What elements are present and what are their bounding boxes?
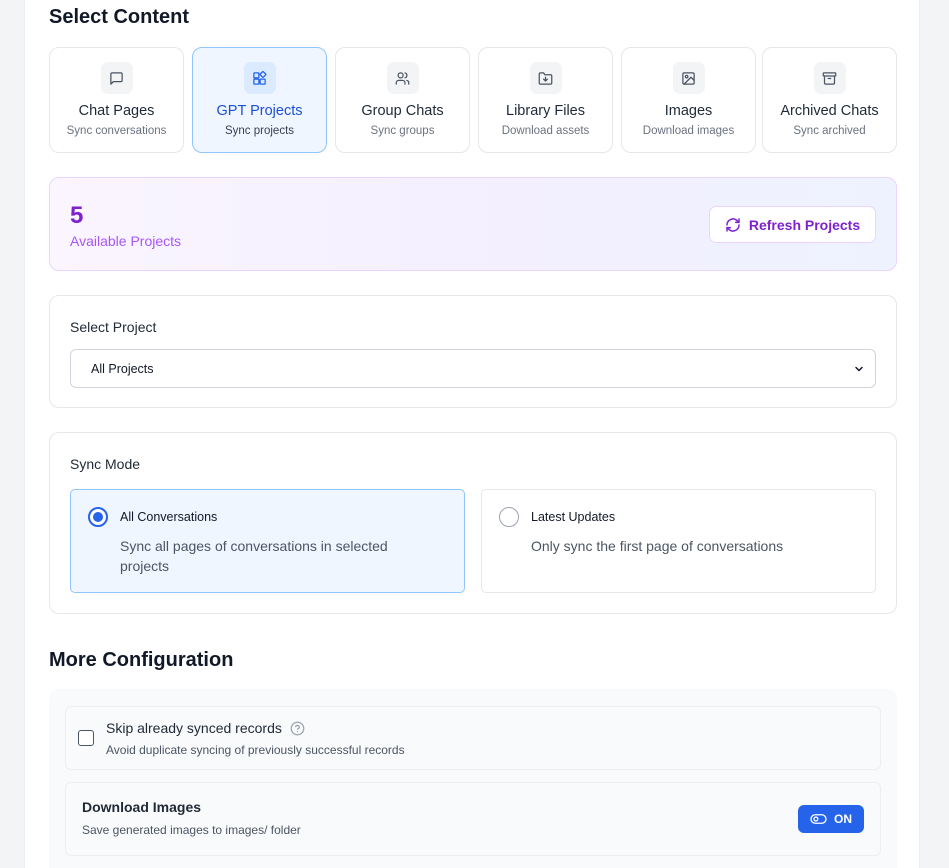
content-type-cards: Chat Pages Sync conversations GPT Projec… <box>49 47 897 153</box>
sync-mode-box: Sync Mode All Conversations Sync all pag… <box>49 432 897 614</box>
refresh-projects-label: Refresh Projects <box>748 216 861 233</box>
content-card-sublabel: Download images <box>642 125 735 137</box>
image-icon <box>672 62 705 94</box>
message-square-icon <box>100 62 133 94</box>
content-card-sublabel: Sync conversations <box>66 125 167 137</box>
content-card-gpt-projects[interactable]: GPT Projects Sync projects <box>192 47 327 153</box>
select-project-box: Select Project All Projects <box>49 295 897 408</box>
download-images-toggle-label: ON <box>834 812 852 826</box>
select-project-label: Select Project <box>70 319 157 335</box>
content-card-sublabel: Sync groups <box>370 125 435 137</box>
select-content-heading: Select Content <box>49 6 190 28</box>
more-configuration-container: Skip already synced records Avoid duplic… <box>49 689 897 868</box>
content-card-library-files[interactable]: Library Files Download assets <box>478 47 613 153</box>
radio-unselected[interactable] <box>499 507 519 527</box>
download-images-row: Download Images Save generated images to… <box>65 782 881 856</box>
sync-mode-option-title: All Conversations <box>120 510 218 524</box>
archive-icon <box>813 62 846 94</box>
content-card-label: Library Files <box>506 103 585 119</box>
download-images-title: Download Images <box>82 799 202 815</box>
sync-mode-option-title: Latest Updates <box>531 510 616 524</box>
project-select-value: All Projects <box>91 362 154 376</box>
content-card-sublabel: Sync archived <box>793 125 866 137</box>
skip-synced-desc: Avoid duplicate syncing of previously su… <box>106 743 405 757</box>
radio-selected[interactable] <box>88 507 108 527</box>
content-card-label: GPT Projects <box>216 103 303 119</box>
projects-stats-banner: 5 Available Projects Refresh Projects <box>49 177 897 271</box>
content-card-label: Group Chats <box>361 103 444 119</box>
content-card-label: Archived Chats <box>780 103 879 119</box>
folder-download-icon <box>529 62 562 94</box>
content-card-label: Chat Pages <box>78 103 155 119</box>
help-circle-icon[interactable] <box>290 721 305 736</box>
sync-mode-option-latest[interactable]: Latest Updates Only sync the first page … <box>481 489 876 593</box>
toggle-icon <box>810 814 827 824</box>
content-card-sublabel: Sync projects <box>224 125 295 137</box>
content-card-group-chats[interactable]: Group Chats Sync groups <box>335 47 470 153</box>
skip-synced-title-wrap: Skip already synced records <box>106 720 305 736</box>
content-card-label: Images <box>664 103 713 119</box>
more-configuration-heading: More Configuration <box>49 649 234 671</box>
skip-synced-checkbox[interactable] <box>78 730 94 746</box>
sync-mode-label: Sync Mode <box>70 456 141 472</box>
content-card-chat-pages[interactable]: Chat Pages Sync conversations <box>49 47 184 153</box>
sync-mode-option-desc: Only sync the first page of conversation… <box>531 538 784 554</box>
refresh-icon <box>726 217 740 232</box>
content-card-images[interactable]: Images Download images <box>621 47 756 153</box>
project-select[interactable]: All Projects <box>70 349 876 388</box>
content-card-sublabel: Download assets <box>501 125 590 137</box>
refresh-projects-button[interactable]: Refresh Projects <box>709 206 876 243</box>
available-projects-count: 5 <box>70 202 84 229</box>
sync-mode-option-desc: Sync all pages of conversations in selec… <box>120 538 388 574</box>
skip-synced-title: Skip already synced records <box>106 720 282 736</box>
download-images-desc: Save generated images to images/ folder <box>82 823 301 837</box>
users-icon <box>386 62 419 94</box>
skip-synced-row: Skip already synced records Avoid duplic… <box>65 706 881 770</box>
sync-settings-panel: Select Content Chat Pages Sync conversat… <box>24 0 920 868</box>
content-card-archived-chats[interactable]: Archived Chats Sync archived <box>762 47 897 153</box>
shapes-icon <box>243 62 276 94</box>
available-projects-label: Available Projects <box>70 233 182 249</box>
sync-mode-option-all[interactable]: All Conversations Sync all pages of conv… <box>70 489 465 593</box>
download-images-toggle[interactable]: ON <box>798 805 864 833</box>
chevron-down-icon <box>855 366 863 372</box>
